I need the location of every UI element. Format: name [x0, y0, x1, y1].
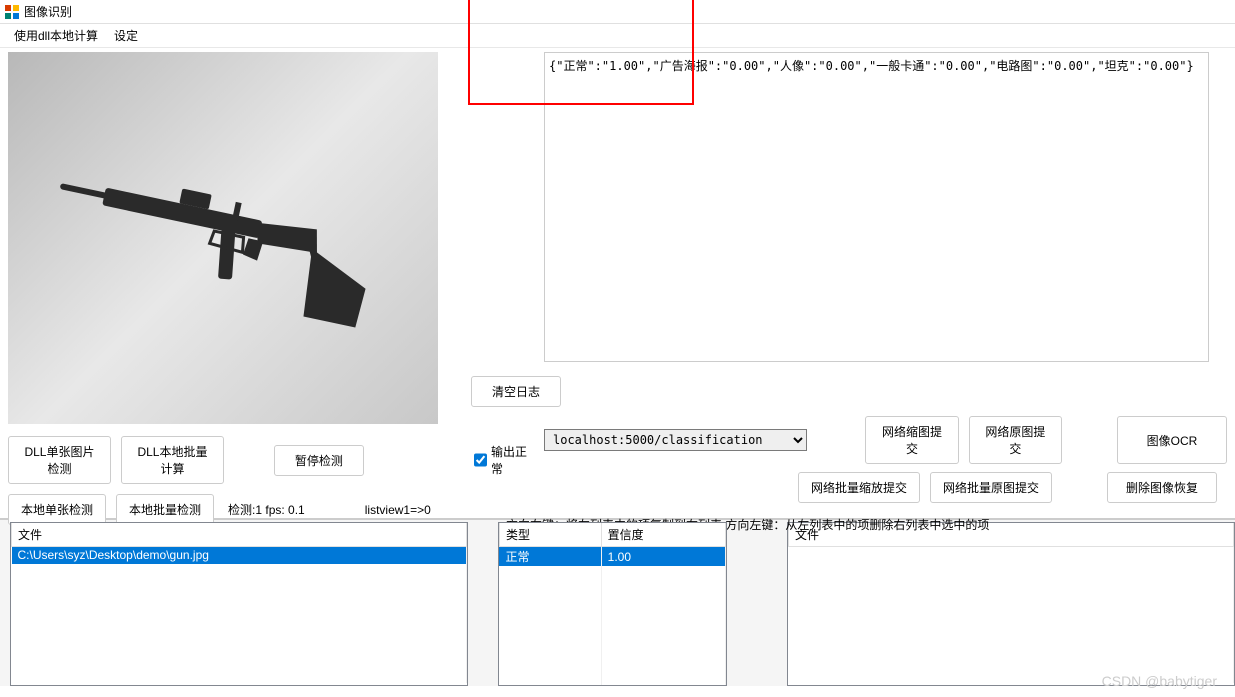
table-row [499, 634, 725, 651]
table-row [12, 632, 467, 649]
local-single-button[interactable]: 本地单张检测 [8, 494, 106, 525]
table-row [499, 651, 725, 668]
image-ocr-button[interactable]: 图像OCR [1117, 416, 1227, 464]
table-row [499, 617, 725, 634]
dll-single-button[interactable]: DLL单张图片检测 [8, 436, 111, 484]
gun-image [33, 138, 413, 338]
table-row [499, 600, 725, 617]
left-panel: DLL单张图片检测 DLL本地批量计算 暂停检测 输出正常 本地单张检测 本地批… [0, 48, 536, 518]
log-textarea[interactable]: {"正常":"1.00","广告海报":"0.00","人像":"0.00","… [544, 52, 1209, 362]
menu-settings[interactable]: 设定 [106, 25, 146, 46]
app-icon [4, 4, 20, 20]
local-batch-button[interactable]: 本地批量检测 [116, 494, 214, 525]
table-row [12, 581, 467, 598]
pause-button[interactable]: 暂停检测 [274, 445, 364, 476]
titlebar: 图像识别 [0, 0, 1235, 24]
table-row[interactable]: 正常 1.00 [499, 547, 725, 567]
table-row [788, 547, 1233, 564]
table-row [788, 632, 1233, 649]
watermark: CSDN @babytiger [1102, 673, 1217, 689]
log-content: {"正常":"1.00","广告海报":"0.00","人像":"0.00","… [549, 59, 1194, 73]
table-row[interactable]: C:\Users\syz\Desktop\demo\gun.jpg [12, 547, 467, 564]
table-row [12, 564, 467, 581]
clear-log-button[interactable]: 清空日志 [471, 376, 561, 407]
menubar: 使用dll本地计算 设定 [0, 24, 1235, 48]
net-orig-button[interactable]: 网络原图提交 [969, 416, 1062, 464]
net-thumb-button[interactable]: 网络缩图提交 [865, 416, 958, 464]
listview-status: listview1=>0 [365, 503, 431, 517]
mid-table-header-type[interactable]: 类型 [499, 523, 601, 547]
table-row [499, 668, 725, 685]
left-table[interactable]: 文件 C:\Users\syz\Desktop\demo\gun.jpg [10, 522, 468, 686]
image-preview [8, 52, 438, 424]
tables-area: 文件 C:\Users\syz\Desktop\demo\gun.jpg 类型 … [0, 518, 1235, 686]
url-combo[interactable]: localhost:5000/classification [544, 429, 807, 451]
right-table[interactable]: 文件 [787, 522, 1235, 686]
table-row [12, 649, 467, 666]
table-row [788, 581, 1233, 598]
window-title: 图像识别 [24, 3, 72, 20]
table-row [788, 615, 1233, 632]
right-panel: {"正常":"1.00","广告海报":"0.00","人像":"0.00","… [536, 48, 1235, 518]
table-row [12, 598, 467, 615]
mid-table[interactable]: 类型 置信度 正常 1.00 [498, 522, 727, 686]
table-row [499, 566, 725, 583]
dll-batch-button[interactable]: DLL本地批量计算 [121, 436, 224, 484]
left-table-header-file[interactable]: 文件 [12, 523, 467, 547]
output-normal-checkbox[interactable] [474, 453, 487, 467]
table-row [12, 666, 467, 683]
table-row [499, 583, 725, 600]
table-row [788, 564, 1233, 581]
table-row [788, 649, 1233, 666]
mid-table-header-conf[interactable]: 置信度 [601, 523, 725, 547]
delete-restore-button[interactable]: 删除图像恢复 [1107, 472, 1217, 503]
menu-dll-local[interactable]: 使用dll本地计算 [6, 25, 106, 46]
output-normal-label: 输出正常 [491, 443, 528, 477]
net-batch-thumb-button[interactable]: 网络批量缩放提交 [798, 472, 920, 503]
table-row [788, 598, 1233, 615]
detect-status: 检测:1 fps: 0.1 [228, 501, 305, 518]
table-row [12, 615, 467, 632]
net-batch-orig-button[interactable]: 网络批量原图提交 [930, 472, 1052, 503]
